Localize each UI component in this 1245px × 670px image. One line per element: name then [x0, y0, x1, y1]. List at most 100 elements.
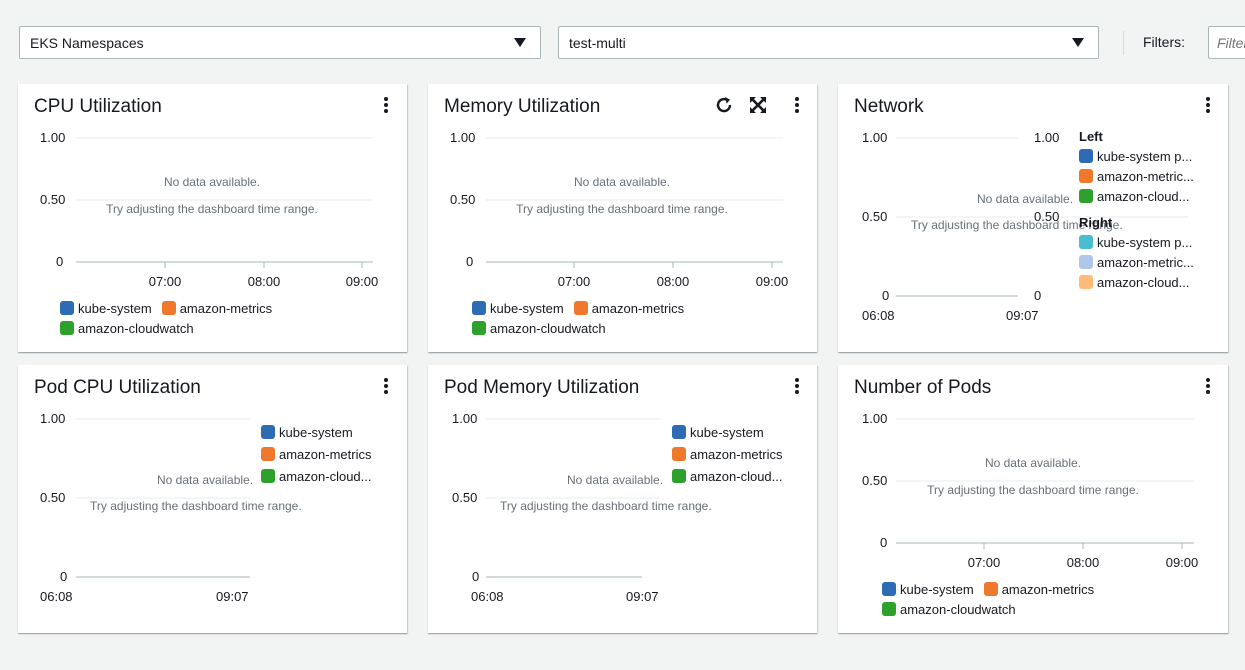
y-tick-label: 0	[56, 254, 63, 269]
legend-label: amazon-metrics	[179, 300, 273, 316]
legend-swatch	[1079, 275, 1093, 289]
panel-number-of-pods: Number of Pods 1.00 0.50 0 07:00 08:00 0…	[838, 365, 1228, 633]
filter-input[interactable]	[1208, 26, 1245, 59]
y-tick-label: 0	[60, 569, 67, 584]
panel-memory-utilization: Memory Utilization 1.00 0.50 0 07:00 08:…	[428, 84, 817, 352]
legend-swatch	[60, 321, 74, 335]
legend-label: amazon-metrics	[591, 300, 685, 316]
legend-label: kube-system	[900, 581, 974, 597]
panel-pod-cpu-utilization: Pod CPU Utilization 1.00 0.50 0 06:08 09…	[18, 365, 407, 633]
legend-swatch	[1079, 149, 1093, 163]
empty-state-hint: Try adjusting the dashboard time range.	[927, 483, 1139, 497]
y-tick-label: 1.00	[452, 411, 477, 426]
panel-pod-memory-utilization: Pod Memory Utilization 1.00 0.50 0 06:08…	[428, 365, 817, 633]
legend-label: amazon-metric...	[1097, 254, 1194, 270]
x-tick-label: 09:07	[1006, 308, 1039, 323]
y-tick-label-right: 0	[1034, 288, 1041, 303]
legend-item[interactable]: kube-system p...	[1079, 232, 1194, 252]
y-tick-label: 0.50	[40, 490, 65, 505]
y-tick-label: 0.50	[450, 192, 475, 207]
chart-legend: kube-system amazon-metrics amazon-cloud.…	[261, 421, 372, 487]
chart-legend: kube-system amazon-metrics amazon-cloudw…	[472, 298, 684, 338]
legend-label: kube-system	[279, 424, 353, 440]
empty-state-title: No data available.	[574, 175, 670, 189]
legend-swatch	[882, 602, 896, 616]
legend-item[interactable]: amazon-cloudwatch	[472, 318, 684, 338]
cluster-select-value: test-multi	[569, 34, 626, 51]
legend-label: amazon-cloud...	[1097, 274, 1190, 290]
legend-label: kube-system	[490, 300, 564, 316]
x-tick-label: 07:00	[149, 274, 182, 289]
legend-swatch	[672, 469, 686, 483]
y-tick-label: 0	[880, 535, 887, 550]
empty-state-title: No data available.	[985, 456, 1081, 470]
legend-item[interactable]: kube-system	[261, 421, 372, 443]
legend-label: kube-system p...	[1097, 234, 1193, 250]
legend-item[interactable]: kube-system amazon-metrics	[60, 298, 272, 318]
y-tick-label: 0	[472, 569, 479, 584]
legend-item[interactable]: amazon-cloud...	[672, 465, 783, 487]
legend-label: amazon-metrics	[1001, 581, 1095, 597]
x-tick-label: 09:00	[1166, 555, 1199, 570]
legend-item[interactable]: amazon-metrics	[261, 443, 372, 465]
legend-group-title: Left	[1079, 128, 1103, 144]
legend-item[interactable]: amazon-metric...	[1079, 252, 1194, 272]
y-tick-label: 1.00	[40, 130, 65, 145]
y-tick-label-right: 1.00	[1034, 130, 1059, 145]
x-tick-label: 08:00	[1067, 555, 1100, 570]
legend-item[interactable]: kube-system p...	[1079, 146, 1194, 166]
empty-state-hint: Try adjusting the dashboard time range.	[516, 202, 728, 216]
legend-label: kube-system	[690, 424, 764, 440]
legend-swatch	[672, 425, 686, 439]
legend-item[interactable]: amazon-cloudwatch	[882, 599, 1094, 619]
legend-swatch	[472, 321, 486, 335]
caret-down-icon	[514, 38, 526, 47]
namespace-select[interactable]: EKS Namespaces	[19, 26, 541, 59]
x-tick-label: 06:08	[40, 589, 73, 604]
legend-swatch	[672, 447, 686, 461]
cluster-select[interactable]: test-multi	[558, 26, 1099, 59]
legend-label: kube-system	[78, 300, 152, 316]
legend-item[interactable]: amazon-metric...	[1079, 166, 1194, 186]
x-tick-label: 06:08	[862, 308, 895, 323]
legend-label: amazon-cloudwatch	[490, 320, 606, 336]
caret-down-icon	[1072, 38, 1084, 47]
legend-item[interactable]: kube-system	[672, 421, 783, 443]
panel-cpu-utilization: CPU Utilization 1.00 0.50 0 07:00 08:00 …	[18, 84, 407, 352]
legend-swatch	[1079, 235, 1093, 249]
legend-item[interactable]: kube-system amazon-metrics	[882, 579, 1094, 599]
pod-memory-chart: 1.00 0.50 0 06:08 09:07 No data availabl…	[452, 411, 712, 604]
legend-label: amazon-cloudwatch	[78, 320, 194, 336]
legend-swatch	[261, 469, 275, 483]
y-tick-label: 1.00	[450, 130, 475, 145]
legend-swatch	[261, 425, 275, 439]
empty-state-hint: Try adjusting the dashboard time range.	[500, 499, 712, 513]
empty-state-hint: Try adjusting the dashboard time range.	[90, 499, 302, 513]
legend-swatch	[472, 301, 486, 315]
legend-swatch	[161, 301, 176, 315]
legend-item[interactable]: amazon-cloudwatch	[60, 318, 272, 338]
x-tick-label: 09:00	[756, 274, 789, 289]
x-tick-label: 09:07	[216, 589, 249, 604]
chart-legend: kube-system amazon-metrics amazon-cloudw…	[882, 579, 1094, 619]
chart-legend: kube-system amazon-metrics amazon-cloudw…	[60, 298, 272, 338]
legend-swatch	[1079, 189, 1093, 203]
legend-item[interactable]: kube-system amazon-metrics	[472, 298, 684, 318]
legend-swatch	[1079, 169, 1093, 183]
legend-swatch	[261, 447, 275, 461]
legend-item[interactable]: amazon-cloud...	[1079, 186, 1194, 206]
legend-label: amazon-cloudwatch	[900, 601, 1016, 617]
x-tick-label: 09:07	[626, 589, 659, 604]
legend-swatch	[573, 301, 588, 315]
y-tick-label: 0	[466, 254, 473, 269]
x-tick-label: 06:08	[471, 589, 504, 604]
legend-label: amazon-cloud...	[279, 468, 372, 484]
y-tick-label-left: 0	[882, 288, 889, 303]
panel-network: Network 1.00 0.50 0 1.00 0.50 0 06:08 09…	[838, 84, 1228, 352]
chart-legend: kube-system amazon-metrics amazon-cloud.…	[672, 421, 783, 487]
namespace-select-value: EKS Namespaces	[30, 34, 144, 51]
legend-item[interactable]: amazon-cloud...	[1079, 272, 1194, 292]
legend-item[interactable]: amazon-metrics	[672, 443, 783, 465]
legend-swatch	[882, 582, 896, 596]
legend-item[interactable]: amazon-cloud...	[261, 465, 372, 487]
